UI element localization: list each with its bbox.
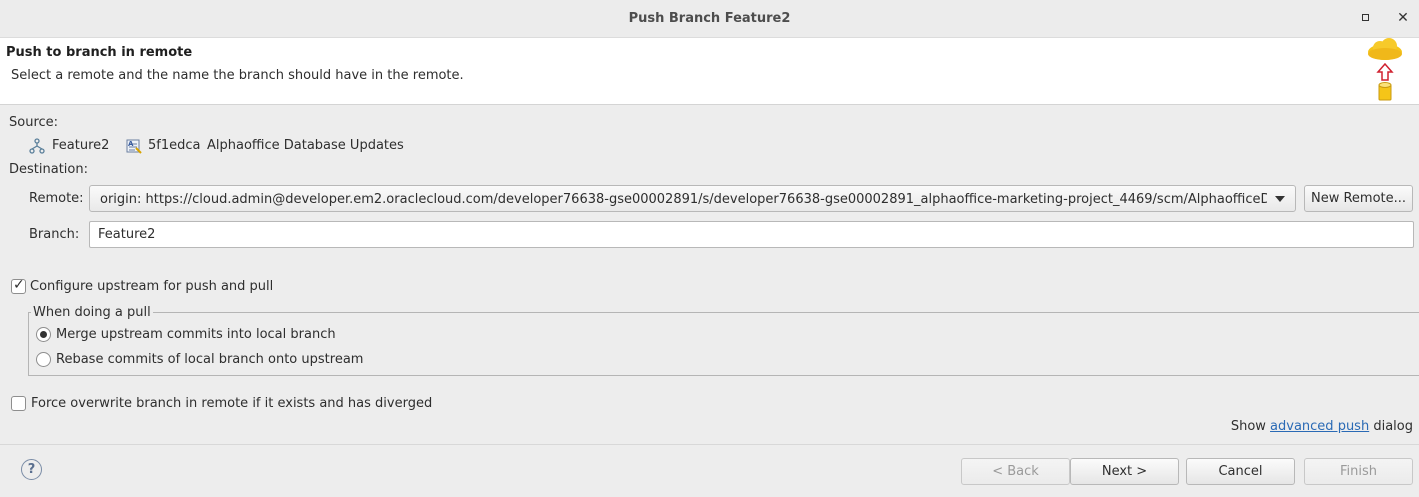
maximize-button[interactable] (1356, 9, 1374, 27)
close-icon: ✕ (1397, 10, 1409, 26)
chevron-down-icon (1275, 196, 1285, 202)
remote-label: Remote: (29, 191, 84, 206)
git-branch-icon (29, 138, 45, 154)
radio-selected-dot (40, 331, 47, 338)
footer-separator (0, 444, 1419, 445)
remote-select[interactable]: origin: https://cloud.admin@developer.em… (89, 185, 1296, 212)
source-label: Source: (9, 115, 59, 130)
page-description: Select a remote and the name the branch … (11, 68, 464, 83)
checkmark-icon: ✓ (13, 277, 25, 293)
advanced-push-link[interactable]: advanced push (1270, 419, 1369, 434)
title-bar: Push Branch Feature2 ✕ (0, 0, 1419, 38)
page-title: Push to branch in remote (6, 45, 193, 60)
advanced-push-suffix: dialog (1373, 419, 1413, 434)
merge-radio-label: Merge upstream commits into local branch (56, 327, 336, 342)
destination-label: Destination: (9, 162, 88, 177)
source-commit-message: Alphaoffice Database Updates (207, 138, 404, 153)
help-icon: ? (27, 462, 36, 477)
cancel-button[interactable]: Cancel (1186, 458, 1295, 485)
window-title: Push Branch Feature2 (628, 11, 791, 26)
pull-mode-group-label: When doing a pull (31, 305, 153, 320)
branch-label: Branch: (29, 227, 80, 242)
force-overwrite-checkbox[interactable] (11, 396, 26, 411)
configure-upstream-checkbox[interactable]: ✓ (11, 277, 26, 294)
source-commit-id: 5f1edca (148, 138, 201, 153)
close-button[interactable]: ✕ (1394, 9, 1412, 27)
maximize-icon (1361, 14, 1369, 21)
advanced-push-prefix: Show (1230, 419, 1266, 434)
next-button[interactable]: Next > (1070, 458, 1179, 485)
svg-text:A: A (128, 140, 134, 148)
rebase-radio-label: Rebase commits of local branch onto upst… (56, 352, 364, 367)
rebase-radio[interactable] (36, 352, 51, 367)
help-button[interactable]: ? (21, 459, 42, 480)
branch-field-wrapper (89, 221, 1414, 248)
configure-upstream-label: Configure upstream for push and pull (30, 279, 274, 294)
merge-radio[interactable] (36, 327, 51, 342)
new-remote-button[interactable]: New Remote... (1304, 185, 1413, 212)
advanced-push-text: Show advanced push dialog (1231, 419, 1413, 434)
source-branch-name: Feature2 (52, 138, 110, 153)
finish-button[interactable]: Finish (1304, 458, 1413, 485)
back-button[interactable]: < Back (961, 458, 1070, 485)
wizard-header: Push to branch in remote Select a remote… (0, 38, 1419, 105)
cloud-push-icon (1368, 38, 1402, 101)
branch-input[interactable] (90, 222, 1413, 247)
force-overwrite-label: Force overwrite branch in remote if it e… (31, 396, 433, 411)
commit-icon: A (126, 139, 142, 154)
remote-select-value: origin: https://cloud.admin@developer.em… (100, 192, 1267, 207)
